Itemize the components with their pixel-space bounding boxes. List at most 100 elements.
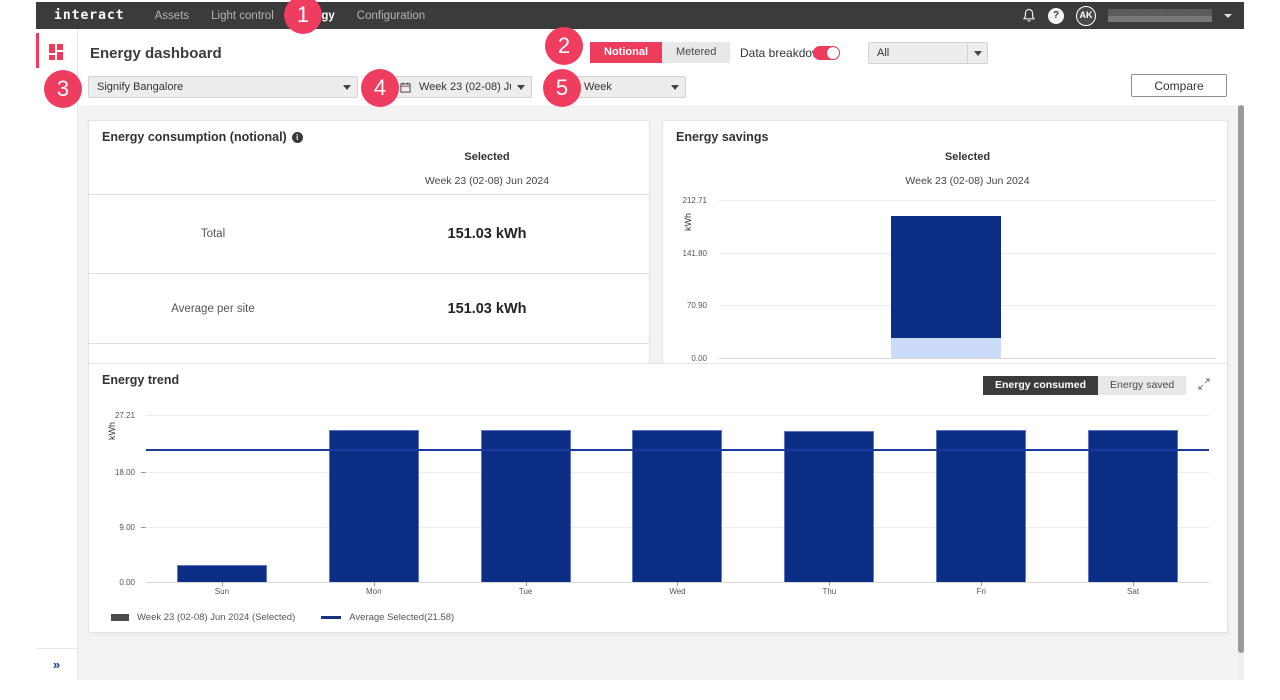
account-chevron-down-icon[interactable]	[1224, 14, 1232, 18]
sidebar-expand-button[interactable]: »	[36, 648, 77, 680]
trend-view-toggle: Energy consumed Energy saved	[983, 376, 1186, 395]
x-tick-label-Fri: Fri	[905, 587, 1057, 596]
annotation-badge-3: 3	[44, 70, 82, 108]
card-title: Energy consumption (notional) i	[102, 130, 303, 144]
help-icon[interactable]: ?	[1048, 8, 1064, 24]
legend-bar-swatch	[111, 614, 129, 621]
row-value: 151.03 kWh	[337, 226, 649, 242]
energy-trend-title: Energy trend	[102, 373, 179, 387]
trend-column-Thu	[753, 415, 905, 582]
chevron-down-icon	[343, 85, 351, 90]
legend-label: Average Selected(21.58)	[349, 612, 454, 623]
chevron-down-icon	[517, 85, 525, 90]
gridline-0.00	[719, 358, 1216, 359]
y-tick-label: 18.00	[115, 468, 135, 477]
annotation-badge-4: 4	[361, 69, 399, 107]
nav-item-configuration[interactable]: Configuration	[357, 10, 425, 22]
row-label: Average per site	[89, 303, 337, 315]
active-item-indicator	[36, 33, 39, 68]
bar-Sun	[177, 565, 267, 582]
x-tick-label-Wed: Wed	[602, 587, 754, 596]
period-dropdown[interactable]: Week 23 (02-08) Jun 2024	[392, 76, 532, 98]
scope-dropdown[interactable]: All	[868, 42, 988, 64]
vertical-scrollbar	[1238, 105, 1244, 680]
interact-logo[interactable]: interact	[54, 8, 125, 23]
top-navbar: interact Assets Light control Energy Con…	[36, 2, 1244, 29]
legend-label: Week 23 (02-08) Jun 2024 (Selected)	[137, 612, 295, 623]
y-tick-label: 0.00	[691, 354, 707, 363]
trend-column-Sat	[1057, 415, 1209, 582]
user-name-redacted	[1108, 9, 1212, 22]
toggle-notional[interactable]: Notional	[590, 42, 662, 63]
trend-column-Sun	[146, 415, 298, 582]
calendar-icon	[400, 82, 411, 93]
nav-item-light-control[interactable]: Light control	[211, 10, 274, 22]
trend-column-Fri	[905, 415, 1057, 582]
energy-consumption-title: Energy consumption (notional)	[102, 130, 287, 144]
annotation-badge-5: 5	[543, 69, 581, 107]
savings-bar-segment-upper-dark	[891, 216, 1001, 337]
table-row-average-per-site: Average per site 151.03 kWh	[89, 273, 649, 344]
trend-chart-plot: SunMonTueWedThuFriSat	[146, 415, 1209, 582]
y-tick-label: 70.90	[687, 301, 707, 310]
y-tick-label: 212.71	[683, 196, 707, 205]
trend-column-Mon	[298, 415, 450, 582]
x-tick-label-Thu: Thu	[753, 587, 905, 596]
info-icon[interactable]: i	[292, 132, 303, 143]
trend-y-axis: 27.2118.009.000.00	[89, 415, 141, 582]
compare-button[interactable]: Compare	[1131, 74, 1227, 97]
column-header-selected: Selected	[719, 151, 1216, 163]
legend-item-average: Average Selected(21.58)	[321, 612, 454, 623]
scope-dropdown-value: All	[869, 47, 967, 59]
site-dropdown-value: Signify Bangalore	[89, 81, 337, 93]
trend-column-Tue	[450, 415, 602, 582]
notional-metered-toggle: Notional Metered	[590, 42, 730, 63]
legend-item-selected-week: Week 23 (02-08) Jun 2024 (Selected)	[111, 612, 295, 623]
switch-knob	[827, 47, 839, 59]
toggle-energy-consumed[interactable]: Energy consumed	[983, 376, 1098, 395]
toggle-energy-saved[interactable]: Energy saved	[1098, 376, 1186, 395]
granularity-dropdown[interactable]: Week	[575, 76, 686, 98]
data-breakdown-switch[interactable]	[813, 46, 840, 60]
energy-consumption-card: Energy consumption (notional)i Selected …	[88, 120, 650, 366]
bar-Tue	[481, 430, 571, 582]
column-header-selected: Selected	[337, 151, 637, 163]
bar-Fri	[936, 430, 1026, 582]
nav-item-assets[interactable]: Assets	[155, 10, 190, 22]
notifications-bell-icon[interactable]	[1022, 8, 1036, 24]
granularity-dropdown-value: Week	[576, 81, 665, 93]
x-tick-label-Mon: Mon	[298, 587, 450, 596]
energy-savings-title: Energy savings	[676, 130, 768, 144]
screenshot-canvas: interact Assets Light control Energy Con…	[0, 0, 1280, 700]
x-tick-label-Sat: Sat	[1057, 587, 1209, 596]
bar-Sat	[1088, 430, 1178, 582]
average-line	[146, 449, 1209, 451]
expand-fullscreen-icon[interactable]	[1197, 377, 1211, 391]
row-label: Total	[89, 228, 337, 240]
main-content: Energy consumption (notional)i Selected …	[78, 105, 1238, 680]
scrollbar-thumb[interactable]	[1238, 105, 1244, 653]
savings-y-axis: 212.71141.8070.900.00	[663, 200, 713, 358]
left-sidebar: »	[36, 29, 78, 680]
y-tick-label: 27.21	[115, 411, 135, 420]
x-tick-label-Sun: Sun	[146, 587, 298, 596]
page-header: Energy dashboard Notional Metered Data b…	[78, 29, 1244, 105]
y-tick-label: 9.00	[119, 523, 135, 532]
avatar[interactable]: AK	[1076, 6, 1096, 26]
navbar-right: ? AK	[1022, 6, 1232, 26]
bar-Mon	[329, 430, 419, 582]
site-dropdown[interactable]: Signify Bangalore	[88, 76, 358, 98]
annotation-badge-2: 2	[545, 27, 583, 65]
column-subheader-period: Week 23 (02-08) Jun 2024	[337, 175, 637, 187]
toggle-metered[interactable]: Metered	[662, 42, 730, 63]
column-subheader-period: Week 23 (02-08) Jun 2024	[719, 175, 1216, 187]
double-chevron-right-icon: »	[53, 657, 60, 672]
table-row-total: Total 151.03 kWh	[89, 194, 649, 273]
energy-trend-card: Energy trend Energy consumed Energy save…	[88, 363, 1228, 633]
chevron-down-icon	[671, 85, 679, 90]
savings-bar-segment-lower-light	[891, 338, 1001, 358]
chevron-down-icon	[974, 51, 982, 56]
gridline-212.71	[719, 200, 1216, 201]
dashboard-icon[interactable]	[49, 44, 63, 60]
bar-Thu	[784, 431, 874, 582]
